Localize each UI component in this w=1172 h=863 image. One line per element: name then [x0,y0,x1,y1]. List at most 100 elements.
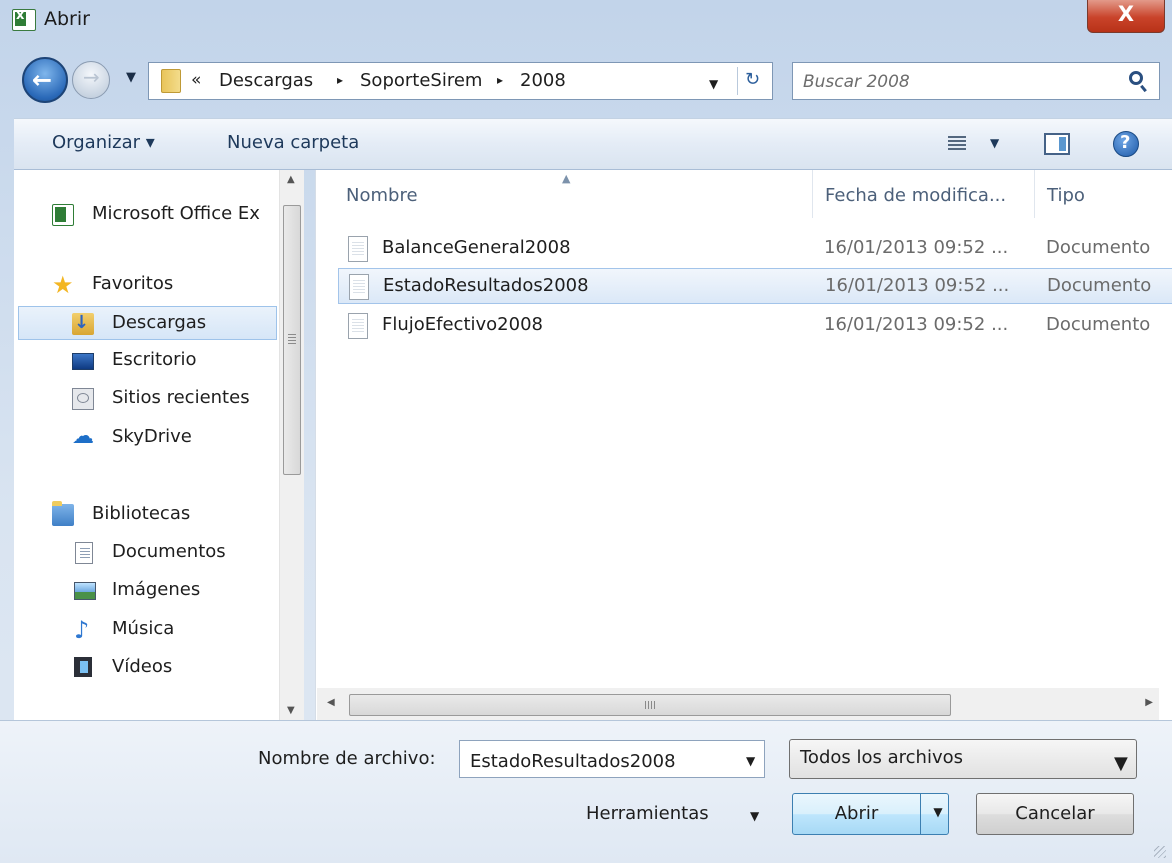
scrollbar-thumb[interactable] [283,205,301,475]
nav-item-musica[interactable]: ♪ Música [14,613,279,647]
libraries-icon [52,501,74,526]
file-name: FlujoEfectivo2008 [382,314,543,335]
breadcrumb-separator-icon[interactable]: ▸ [497,73,503,87]
pictures-icon [74,582,96,600]
forward-button[interactable]: → [72,61,110,99]
filetype-dropdown-icon[interactable]: ▼ [1114,753,1128,774]
refresh-icon: ↻ [745,69,761,90]
grip-icon [288,334,296,344]
recent-locations-dropdown-icon[interactable]: ▼ [126,70,136,85]
excel-app-icon [12,8,36,31]
breadcrumb-descargas[interactable]: Descargas [219,70,313,91]
scroll-right-arrow-icon[interactable]: ▶ [1145,697,1153,708]
filename-label: Nombre de archivo: [258,748,436,769]
file-type: Documento [1047,275,1152,296]
search-icon[interactable] [1129,71,1143,85]
close-button[interactable]: X [1087,0,1165,33]
breadcrumb-soportesirem[interactable]: SoporteSirem [360,70,482,91]
back-button[interactable]: ← [22,57,68,103]
scroll-left-arrow-icon[interactable]: ◀ [327,697,335,708]
close-icon: X [1117,2,1135,26]
file-row[interactable]: BalanceGeneral2008 16/01/2013 09:52 ... … [338,231,1172,267]
nav-item-videos[interactable]: Vídeos [14,651,279,685]
file-name: BalanceGeneral2008 [382,237,571,258]
nav-item-descargas[interactable]: Descargas [18,306,277,340]
column-label: Nombre [346,185,418,206]
title-bar: Abrir X [0,0,1172,40]
column-label: Fecha de modifica... [825,185,1007,206]
file-type: Documento [1046,314,1151,335]
forward-arrow-icon: → [83,65,100,89]
open-options-split[interactable]: ▼ [920,794,949,834]
column-label: Tipo [1047,185,1085,206]
change-view-icon[interactable] [948,134,966,150]
folder-icon [161,69,181,93]
nav-item-label: Imágenes [112,579,201,600]
filetype-select[interactable]: Todos los archivos ▼ [789,739,1137,779]
open-dialog: Abrir X ← → ▼ « Descargas ▸ SoporteSirem… [0,0,1172,863]
address-overflow-chevron[interactable]: « [191,70,201,90]
nav-item-escritorio[interactable]: Escritorio [14,344,279,378]
breadcrumb-2008[interactable]: 2008 [520,70,566,91]
skydrive-cloud-icon: ☁ [72,424,94,449]
sort-ascending-icon: ▲ [562,172,571,185]
file-date: 16/01/2013 09:52 ... [824,237,1009,258]
filename-combobox[interactable]: ▼ [459,740,765,778]
cancel-button[interactable]: Cancelar [976,793,1134,835]
search-box[interactable] [792,62,1160,100]
breadcrumb-separator-icon[interactable]: ▸ [337,73,343,87]
file-date: 16/01/2013 09:52 ... [824,314,1009,335]
column-header-tipo[interactable]: Tipo [1035,170,1172,220]
downloads-folder-icon [72,312,94,335]
file-row[interactable]: EstadoResultados2008 16/01/2013 09:52 ..… [338,268,1172,304]
scrollbar-thumb[interactable] [349,694,951,716]
nav-item-sitios-recientes[interactable]: Sitios recientes [14,382,279,416]
grip-icon [645,701,655,709]
file-type: Documento [1046,237,1151,258]
text-file-icon [348,236,368,262]
open-button[interactable]: Abrir ▼ [792,793,949,835]
organize-button[interactable]: Organizar ▾ [52,132,155,153]
search-input[interactable] [801,69,1105,95]
file-row[interactable]: FlujoEfectivo2008 16/01/2013 09:52 ... D… [338,308,1172,344]
nav-item-microsoft-office-excel[interactable]: Microsoft Office Ex [14,198,279,232]
open-options-dropdown-icon: ▼ [933,805,943,819]
nav-item-bibliotecas[interactable]: Bibliotecas [14,498,279,532]
scroll-up-arrow-icon[interactable]: ▲ [287,174,295,185]
address-bar[interactable]: « Descargas ▸ SoporteSirem ▸ 2008 ▼ ↻ [148,62,773,100]
column-header-fecha[interactable]: Fecha de modifica... [813,170,1031,220]
back-arrow-icon: ← [32,66,53,94]
help-icon[interactable]: ? [1113,131,1139,157]
navigation-pane-scrollbar[interactable]: ▲ ▼ [279,170,304,720]
filename-dropdown-icon[interactable]: ▼ [746,754,755,768]
resize-grip-icon[interactable] [1154,846,1166,858]
scroll-down-arrow-icon[interactable]: ▼ [287,705,295,716]
music-icon: ♪ [74,616,90,644]
address-dropdown-icon[interactable]: ▼ [709,77,718,91]
tools-dropdown-icon[interactable]: ▼ [750,809,759,823]
file-list: ▲ Nombre Fecha de modifica... Tipo Balan… [315,170,1172,720]
nav-item-imagenes[interactable]: Imágenes [14,574,279,608]
nav-item-favoritos[interactable]: ★ Favoritos [14,268,279,302]
excel-icon [52,204,74,226]
nav-item-skydrive[interactable]: ☁ SkyDrive [14,421,279,455]
text-file-icon [348,313,368,339]
open-button-label: Abrir [834,803,879,824]
view-options-dropdown-icon[interactable]: ▼ [990,136,999,150]
cancel-button-label: Cancelar [1015,803,1095,824]
videos-icon [74,657,92,677]
refresh-button[interactable]: ↻ [737,67,771,95]
nav-item-label: Favoritos [92,273,174,294]
nav-item-label: Escritorio [112,349,197,370]
nav-item-label: Descargas [112,312,207,333]
file-list-horizontal-scrollbar[interactable]: ◀ ▶ [317,688,1159,720]
file-name: EstadoResultados2008 [383,275,589,296]
column-header-nombre[interactable]: ▲ Nombre [316,170,812,220]
new-folder-button[interactable]: Nueva carpeta [227,132,359,153]
preview-pane-icon[interactable] [1044,133,1070,155]
nav-item-label: SkyDrive [112,426,192,447]
tools-button[interactable]: Herramientas [586,803,709,824]
nav-item-documentos[interactable]: Documentos [14,536,279,570]
filename-input[interactable] [468,748,732,774]
nav-item-label: Documentos [112,541,226,562]
